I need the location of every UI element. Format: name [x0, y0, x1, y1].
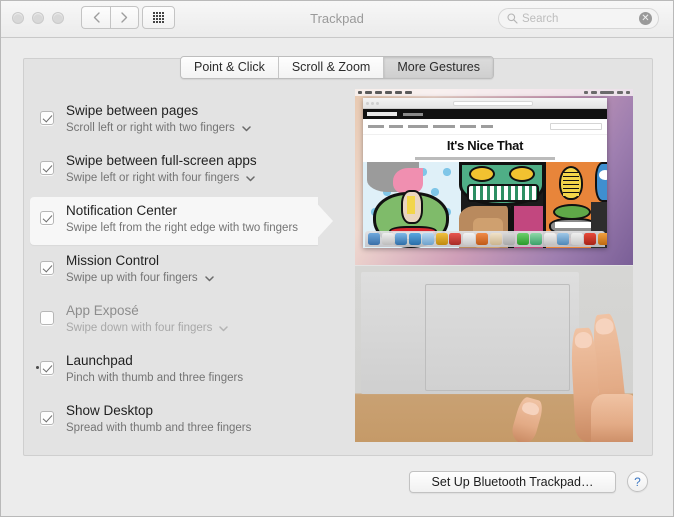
- gesture-title: Mission Control: [66, 253, 160, 268]
- screen-demo-video: It's Nice That: [355, 89, 633, 265]
- gesture-row-launchpad[interactable]: Launchpad Pinch with thumb and three fin…: [24, 347, 344, 397]
- chevron-down-icon[interactable]: [246, 175, 255, 182]
- chevron-down-icon[interactable]: [204, 275, 214, 282]
- gesture-row-show-desktop[interactable]: Show Desktop Spread with thumb and three…: [24, 397, 344, 447]
- search-field[interactable]: Search ✕: [498, 8, 659, 29]
- demo-dock: [365, 231, 607, 247]
- tab-group: Point & Click Scroll & Zoom More Gesture…: [179, 56, 495, 79]
- demo-fingernail: [594, 317, 615, 336]
- gesture-row-notification-center[interactable]: Notification Center Swipe left from the …: [24, 197, 344, 247]
- search-input[interactable]: Search: [522, 13, 639, 25]
- checkbox-app-expose[interactable]: [40, 311, 54, 325]
- gesture-list: Swipe between pages Scroll left or right…: [24, 97, 344, 447]
- tab-point-and-click[interactable]: Point & Click: [180, 57, 279, 78]
- gesture-row-swipe-between-full-screen-apps[interactable]: Swipe between full-screen apps Swipe lef…: [24, 147, 344, 197]
- gesture-description: Scroll left or right with two fingers: [66, 122, 235, 134]
- gesture-title: App Exposé: [66, 303, 139, 318]
- chevron-down-icon[interactable]: [241, 125, 251, 132]
- gesture-description: Swipe left from the right edge with two …: [66, 222, 299, 234]
- gesture-title: Swipe between pages: [66, 103, 199, 118]
- demo-fingernail: [573, 331, 593, 349]
- checkbox-swipe-between-pages[interactable]: [40, 111, 54, 125]
- demo-browser-window: It's Nice That: [363, 98, 607, 248]
- gesture-title: Notification Center: [66, 203, 178, 218]
- window-titlebar: Trackpad Search ✕: [1, 1, 673, 38]
- checkbox-notification-center[interactable]: [40, 211, 54, 225]
- gesture-row-app-expose[interactable]: App Exposé Swipe down with four fingers: [24, 297, 344, 347]
- gesture-description: Swipe left or right with four fingers: [66, 172, 240, 184]
- demo-trackpad-surface: [425, 284, 570, 391]
- set-up-bluetooth-trackpad-button[interactable]: Set Up Bluetooth Trackpad…: [409, 471, 616, 493]
- demo-laptop-body: [361, 272, 579, 394]
- checkbox-swipe-between-full-screen-apps[interactable]: [40, 161, 54, 175]
- gesture-row-mission-control[interactable]: Mission Control Swipe up with four finge…: [24, 247, 344, 297]
- checkbox-show-desktop[interactable]: [40, 411, 54, 425]
- gesture-title: Show Desktop: [66, 403, 154, 418]
- demo-site-nav: [363, 119, 607, 135]
- tab-more-gestures[interactable]: More Gestures: [384, 57, 494, 78]
- search-clear-icon[interactable]: ✕: [639, 12, 652, 25]
- gesture-description: Spread with thumb and three fingers: [66, 422, 252, 434]
- trackpad-preferences-window: Trackpad Search ✕ Point & Click Scroll &…: [0, 0, 674, 517]
- demo-site-tagline: [415, 157, 555, 160]
- gesture-description: Pinch with thumb and three fingers: [66, 372, 244, 384]
- demo-menubar: [355, 89, 633, 96]
- tab-bar: Point & Click Scroll & Zoom More Gesture…: [1, 56, 673, 79]
- demo-url-bar: [453, 100, 533, 106]
- gesture-description: Swipe up with four fingers: [66, 272, 198, 284]
- help-button[interactable]: ?: [627, 471, 648, 492]
- demo-hand-palm: [591, 394, 633, 442]
- gesture-preview-area: It's Nice That: [355, 89, 633, 442]
- search-icon: [506, 13, 518, 25]
- checkbox-launchpad[interactable]: [40, 361, 54, 375]
- demo-site-title: It's Nice That: [446, 138, 524, 153]
- preferences-content-panel: Swipe between pages Scroll left or right…: [23, 58, 653, 456]
- demo-browser-chrome: [363, 98, 607, 109]
- gesture-title: Launchpad: [66, 353, 133, 368]
- checkbox-mission-control[interactable]: [40, 261, 54, 275]
- demo-site-topbar: [363, 109, 607, 119]
- tab-scroll-and-zoom[interactable]: Scroll & Zoom: [278, 57, 385, 78]
- hand-demo-video: [355, 266, 633, 442]
- gesture-row-swipe-between-pages[interactable]: Swipe between pages Scroll left or right…: [24, 97, 344, 147]
- gesture-description: Swipe down with four fingers: [66, 322, 213, 334]
- demo-fingernail: [520, 400, 541, 417]
- demo-site-search: [550, 123, 602, 130]
- mouse-cursor-dot: [36, 366, 39, 369]
- gesture-title: Swipe between full-screen apps: [66, 153, 257, 168]
- chevron-down-icon[interactable]: [219, 325, 229, 332]
